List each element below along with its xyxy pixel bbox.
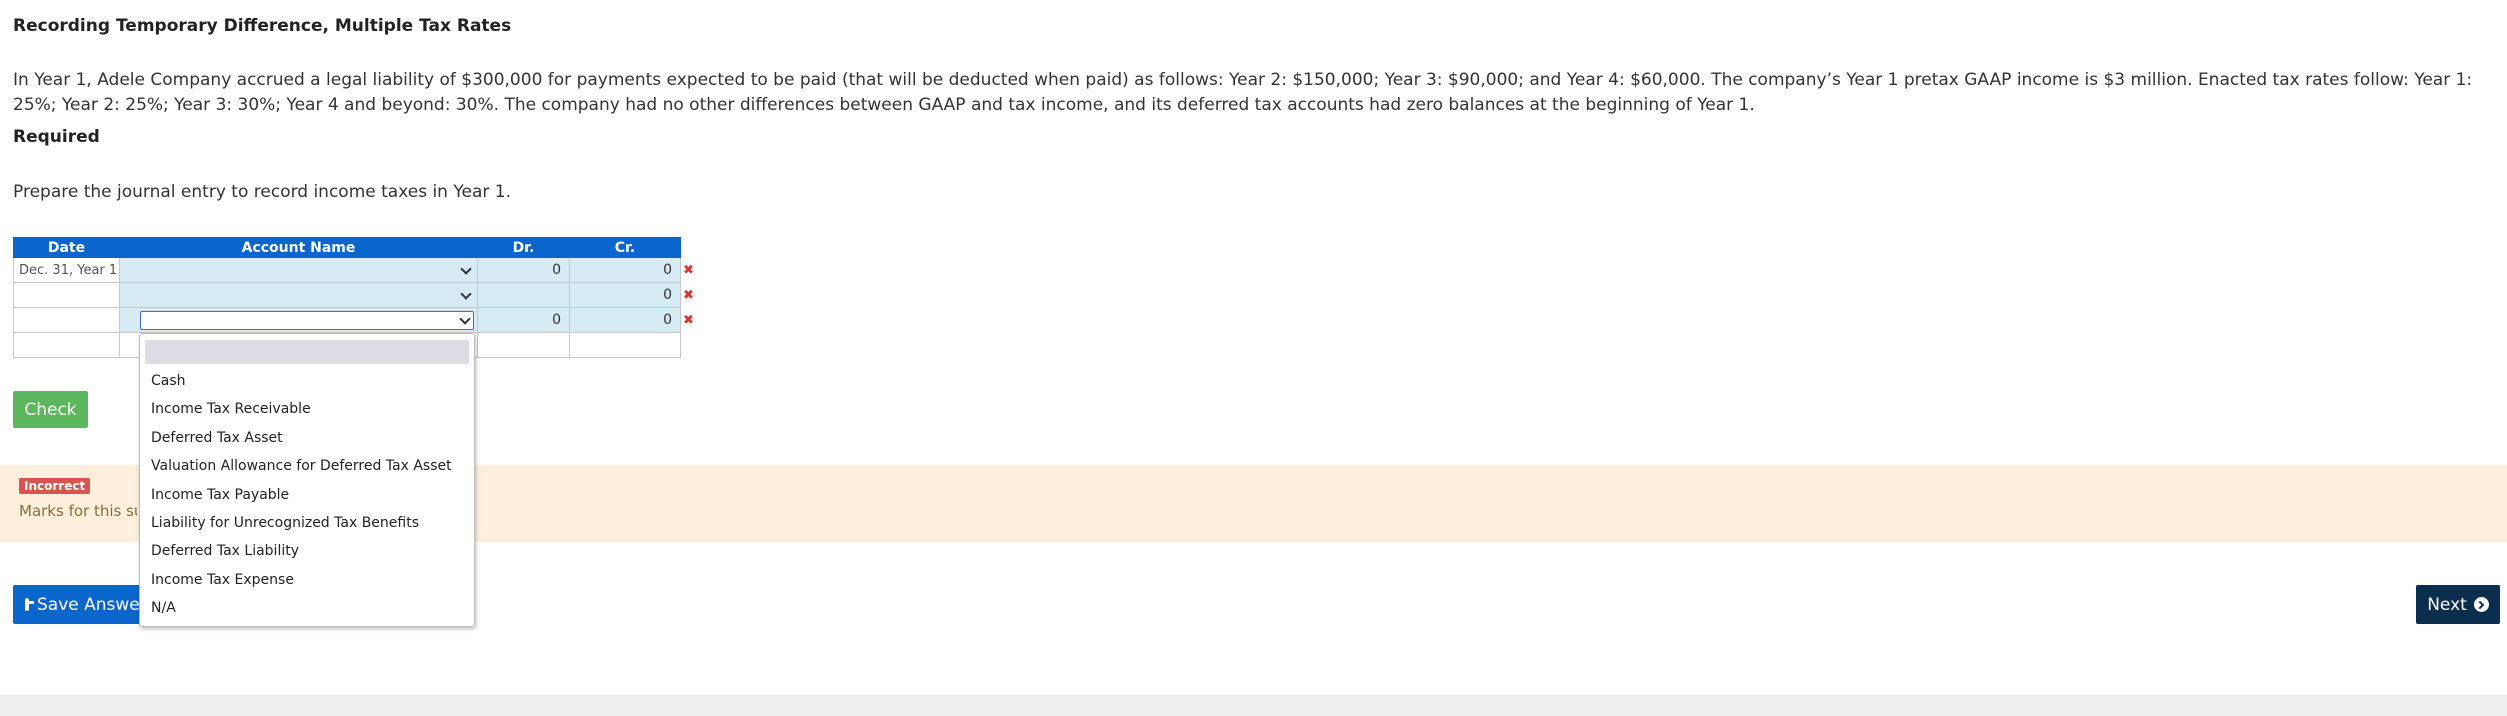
incorrect-badge: Incorrect bbox=[19, 478, 91, 494]
debit-input[interactable] bbox=[477, 282, 570, 308]
table-header-row: Date Account Name Dr. Cr. bbox=[13, 237, 681, 258]
dropdown-option-liability-unrecognized[interactable]: Liability for Unrecognized Tax Benefits bbox=[151, 515, 419, 531]
instruction-text: Prepare the journal entry to record inco… bbox=[13, 182, 511, 202]
table-row: 0 bbox=[13, 282, 681, 308]
debit-input[interactable]: 0 bbox=[477, 257, 570, 283]
account-select-cell[interactable] bbox=[119, 257, 478, 283]
dropdown-option-na[interactable]: N/A bbox=[151, 600, 176, 616]
account-select[interactable] bbox=[140, 286, 474, 305]
save-answers-button[interactable]: Save Answers bbox=[13, 585, 140, 624]
check-button[interactable]: Check bbox=[13, 391, 88, 428]
header-date: Date bbox=[13, 237, 120, 258]
save-icon bbox=[25, 598, 34, 611]
date-cell bbox=[13, 282, 120, 308]
required-heading: Required bbox=[13, 127, 100, 147]
dropdown-option-income-tax-receivable[interactable]: Income Tax Receivable bbox=[151, 401, 311, 417]
marks-text: Marks for this submission bbox=[19, 502, 137, 520]
account-select[interactable] bbox=[140, 261, 474, 280]
delete-row-icon[interactable]: ✖ bbox=[683, 263, 694, 278]
credit-input[interactable]: 0 bbox=[569, 282, 681, 308]
chevron-down-icon bbox=[459, 312, 471, 325]
table-row: 0 0 bbox=[13, 307, 681, 333]
date-cell: Dec. 31, Year 1 bbox=[13, 257, 120, 283]
debit-input[interactable]: 0 bbox=[477, 307, 570, 333]
delete-row-icon[interactable]: ✖ bbox=[683, 288, 694, 303]
table-row: Dec. 31, Year 1 0 0 bbox=[13, 257, 681, 283]
account-select-cell[interactable] bbox=[119, 307, 478, 333]
header-account-name: Account Name bbox=[119, 237, 478, 258]
chevron-down-icon bbox=[460, 262, 472, 275]
credit-input[interactable]: 0 bbox=[569, 257, 681, 283]
chevron-right-circle-icon bbox=[2473, 597, 2489, 612]
delete-row-icon[interactable]: ✖ bbox=[683, 313, 694, 328]
account-select-focused[interactable] bbox=[140, 311, 474, 330]
dropdown-option-valuation-allowance[interactable]: Valuation Allowance for Deferred Tax Ass… bbox=[151, 458, 452, 474]
credit-input[interactable]: 0 bbox=[569, 307, 681, 333]
footer-bar bbox=[0, 695, 2507, 716]
header-debit: Dr. bbox=[477, 237, 570, 258]
dropdown-option-income-tax-payable[interactable]: Income Tax Payable bbox=[151, 487, 289, 503]
chevron-down-icon bbox=[460, 287, 472, 300]
save-answers-label: Save Answers bbox=[37, 594, 140, 615]
date-cell bbox=[13, 332, 120, 358]
credit-input[interactable] bbox=[569, 332, 681, 358]
next-label: Next bbox=[2427, 594, 2467, 615]
next-button[interactable]: Next bbox=[2416, 585, 2500, 624]
dropdown-option-deferred-tax-liability[interactable]: Deferred Tax Liability bbox=[151, 543, 299, 559]
header-credit: Cr. bbox=[569, 237, 681, 258]
page-title: Recording Temporary Difference, Multiple… bbox=[13, 16, 512, 36]
debit-input[interactable] bbox=[477, 332, 570, 358]
problem-statement: In Year 1, Adele Company accrued a legal… bbox=[13, 70, 2473, 115]
dropdown-option-blank[interactable] bbox=[145, 340, 469, 364]
dropdown-option-deferred-tax-asset[interactable]: Deferred Tax Asset bbox=[151, 430, 283, 446]
dropdown-option-income-tax-expense[interactable]: Income Tax Expense bbox=[151, 572, 294, 588]
account-select-cell[interactable] bbox=[119, 282, 478, 308]
date-cell bbox=[13, 307, 120, 333]
dropdown-option-cash[interactable]: Cash bbox=[151, 373, 186, 389]
account-dropdown-menu: Cash Income Tax Receivable Deferred Tax … bbox=[139, 333, 475, 627]
